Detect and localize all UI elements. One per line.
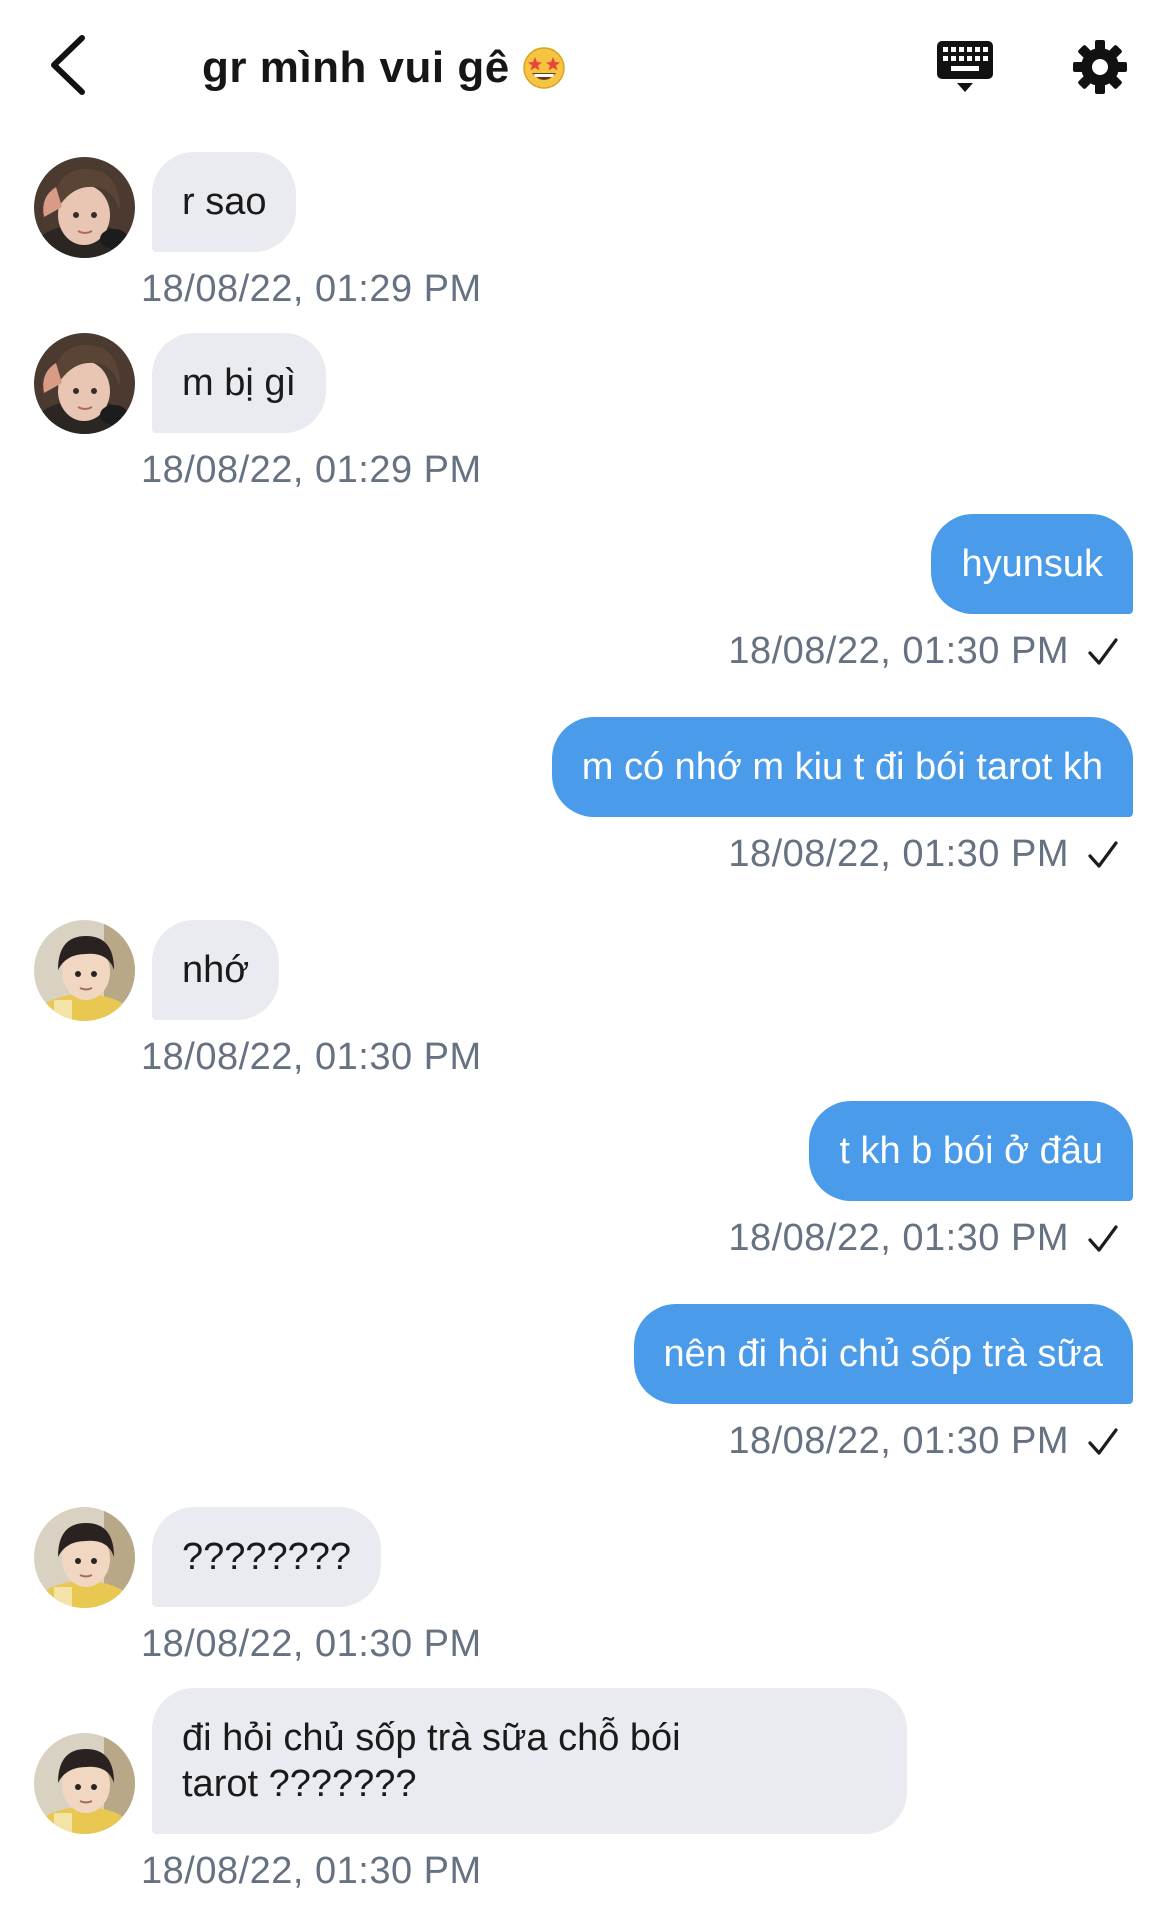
- message-text: nên đi hỏi chủ sốp trà sữa: [663, 1333, 1104, 1375]
- message-timestamp: 18/08/22, 01:30 PM: [141, 1623, 482, 1665]
- message-text: t kh b bói ở đâu: [839, 1130, 1103, 1172]
- avatar[interactable]: [34, 920, 135, 1021]
- message-text: hyunsuk: [961, 543, 1103, 585]
- sent-check-icon: [1088, 840, 1118, 868]
- chat-title: gr mình vui gê: [202, 43, 510, 92]
- message-timestamp: 18/08/22, 01:30 PM: [141, 1850, 482, 1892]
- message-text: ????????: [182, 1536, 352, 1578]
- message-text: m bị gì: [182, 362, 297, 404]
- message-timestamp: 18/08/22, 01:30 PM: [728, 1217, 1069, 1259]
- avatar-user-1-image: [34, 333, 135, 434]
- keyboard-icon: [937, 41, 993, 92]
- chat-header: gr mình vui gê: [0, 0, 1171, 130]
- sent-check-icon: [1088, 1427, 1118, 1455]
- avatar[interactable]: [34, 333, 135, 434]
- message-bubble-incoming[interactable]: ????????: [152, 1507, 382, 1607]
- chat-title-group[interactable]: gr mình vui gê: [202, 38, 566, 98]
- message-bubble-outgoing[interactable]: m có nhớ m kiu t đi bói tarot kh: [551, 717, 1133, 817]
- message-timestamp: 18/08/22, 01:30 PM: [728, 630, 1069, 672]
- message-timestamp-row: 18/08/22, 01:30 PM: [728, 1217, 1119, 1260]
- message-timestamp-row: 18/08/22, 01:30 PM: [728, 833, 1119, 876]
- avatar-user-2-image: [34, 1733, 135, 1834]
- message-bubble-outgoing[interactable]: hyunsuk: [931, 514, 1133, 614]
- message-text-line: tarot ???????: [182, 1763, 417, 1805]
- avatar[interactable]: [34, 1733, 135, 1834]
- message-text: nhớ: [182, 949, 250, 991]
- message-bubble-incoming[interactable]: đi hỏi chủ sốp trà sữa chỗ bói tarot ???…: [152, 1688, 907, 1834]
- avatar-user-2-image: [34, 920, 135, 1021]
- sent-check-icon: [1088, 1224, 1118, 1252]
- message-bubble-incoming[interactable]: nhớ: [152, 920, 280, 1020]
- message-timestamp: 18/08/22, 01:30 PM: [141, 1036, 482, 1078]
- avatar-user-1-image: [34, 157, 135, 258]
- message-bubble-outgoing[interactable]: t kh b bói ở đâu: [809, 1101, 1133, 1201]
- settings-button[interactable]: [1065, 32, 1135, 102]
- message-timestamp: 18/08/22, 01:30 PM: [728, 833, 1069, 875]
- message-timestamp: 18/08/22, 01:30 PM: [728, 1420, 1069, 1462]
- avatar-user-2-image: [34, 1507, 135, 1608]
- gear-icon: [1073, 40, 1127, 94]
- message-text-line: đi hỏi chủ sốp trà sữa chỗ bói: [182, 1717, 681, 1759]
- avatar[interactable]: [34, 157, 135, 258]
- keyboard-button[interactable]: [930, 32, 1000, 102]
- back-button[interactable]: [38, 30, 98, 100]
- sent-check-icon: [1088, 637, 1118, 665]
- message-text: r sao: [182, 181, 267, 223]
- message-bubble-incoming[interactable]: r sao: [152, 152, 297, 252]
- message-timestamp-row: 18/08/22, 01:30 PM: [728, 630, 1119, 673]
- message-bubble-incoming[interactable]: m bị gì: [152, 333, 327, 433]
- avatar[interactable]: [34, 1507, 135, 1608]
- chevron-left-icon: [51, 35, 85, 95]
- chat-screen: gr mình vui gê r sao 18/08/22, 01:29 PM …: [0, 0, 1171, 1920]
- message-bubble-outgoing[interactable]: nên đi hỏi chủ sốp trà sữa: [633, 1304, 1133, 1404]
- star-struck-emoji-icon: [522, 47, 565, 89]
- message-timestamp: 18/08/22, 01:29 PM: [141, 449, 482, 491]
- message-timestamp-row: 18/08/22, 01:30 PM: [728, 1420, 1119, 1463]
- message-text: m có nhớ m kiu t đi bói tarot kh: [581, 746, 1103, 788]
- message-timestamp: 18/08/22, 01:29 PM: [141, 268, 482, 310]
